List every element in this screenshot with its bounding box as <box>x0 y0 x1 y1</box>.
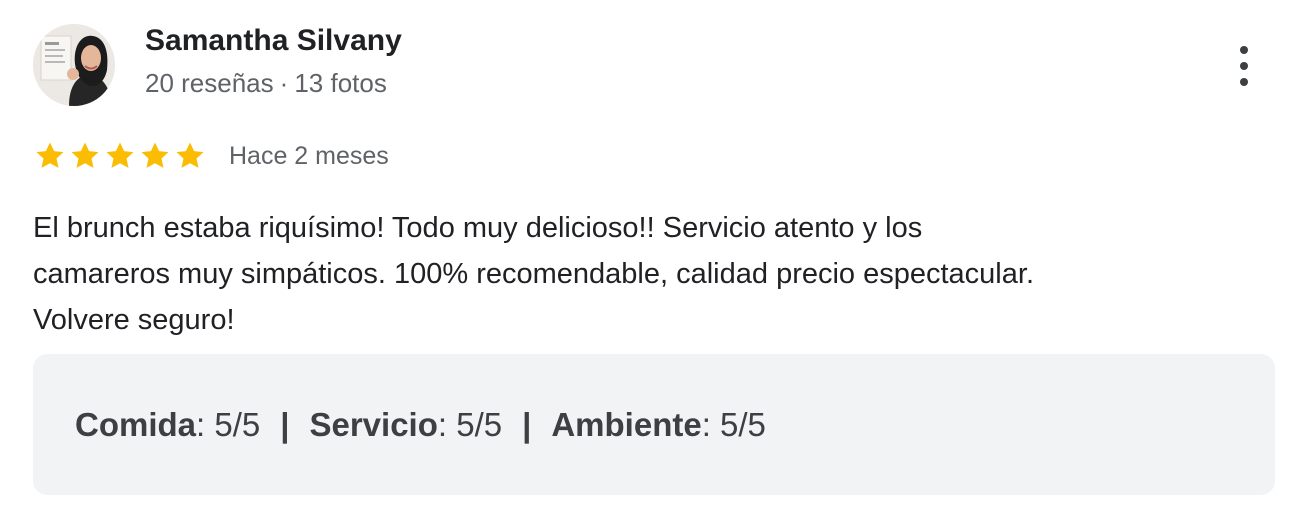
attribute-item: Servicio: 5/5 <box>309 406 502 444</box>
attribute-ratings: Comida: 5/5 | Servicio: 5/5 | Ambiente: 5/5 <box>75 406 766 444</box>
star-icon <box>176 142 204 168</box>
attribute-value: : 5/5 <box>437 405 503 443</box>
star-icon <box>106 142 134 168</box>
more-vert-icon-dot <box>1240 62 1248 70</box>
attribute-separator: | <box>522 405 532 443</box>
attribute-item: Comida: 5/5 <box>75 406 260 444</box>
author-name[interactable]: Samantha Silvany <box>145 24 402 58</box>
attribute-label: Comida <box>75 405 197 443</box>
attribute-label: Servicio <box>309 405 438 443</box>
more-vert-icon <box>1240 46 1248 54</box>
review-card: Samantha Silvany 20 reseñas · 13 fotos Hac… <box>0 0 1310 509</box>
attribute-separator: | <box>280 405 290 443</box>
star-icon <box>36 142 64 168</box>
avatar-image <box>33 24 115 106</box>
rating-row: Hace 2 meses <box>33 136 389 176</box>
author-meta: 20 reseñas · 13 fotos <box>145 68 387 99</box>
more-options-button[interactable] <box>1222 40 1266 92</box>
more-vert-icon-dot <box>1240 78 1248 86</box>
review-date: Hace 2 meses <box>229 141 389 170</box>
attribute-label: Ambiente <box>551 405 702 443</box>
star-icon <box>141 142 169 168</box>
attribute-value: : 5/5 <box>701 405 766 443</box>
review-text: El brunch estaba riquísimo! Todo muy del… <box>33 212 1034 336</box>
reviews-count: 20 reseñas <box>145 68 274 98</box>
attribute-item: Ambiente: 5/5 <box>551 406 766 444</box>
avatar[interactable] <box>33 24 115 106</box>
star-icon <box>71 142 99 168</box>
attributes-box: Comida: 5/5 | Servicio: 5/5 | Ambiente: 5/5 <box>33 354 1275 495</box>
meta-separator: · <box>279 68 289 98</box>
attribute-value: : 5/5 <box>196 405 261 443</box>
photos-count: 13 fotos <box>294 68 387 98</box>
star-rating <box>33 139 207 173</box>
